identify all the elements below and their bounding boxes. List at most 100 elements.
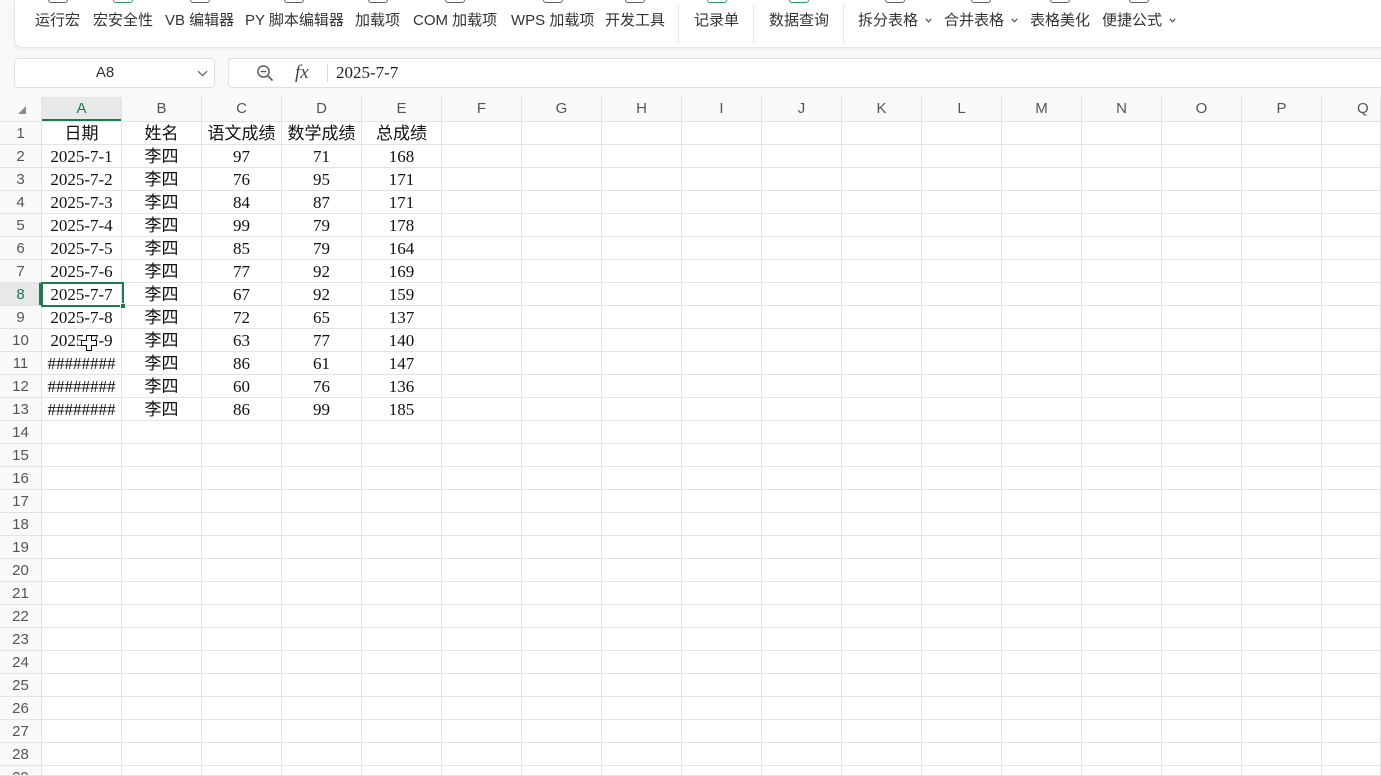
cell-F15[interactable] bbox=[442, 444, 522, 467]
cell-G26[interactable] bbox=[522, 697, 602, 720]
cell-L22[interactable] bbox=[922, 605, 1002, 628]
cell-E17[interactable] bbox=[362, 490, 442, 513]
cell-H19[interactable] bbox=[602, 536, 682, 559]
cell-L25[interactable] bbox=[922, 674, 1002, 697]
cell-L24[interactable] bbox=[922, 651, 1002, 674]
cell-L27[interactable] bbox=[922, 720, 1002, 743]
cell-O15[interactable] bbox=[1162, 444, 1242, 467]
cell-B16[interactable] bbox=[122, 467, 202, 490]
cell-Q9[interactable] bbox=[1322, 306, 1381, 329]
cell-P18[interactable] bbox=[1242, 513, 1322, 536]
cell-N28[interactable] bbox=[1082, 743, 1162, 766]
cell-J28[interactable] bbox=[762, 743, 842, 766]
cell-O1[interactable] bbox=[1162, 122, 1242, 145]
cell-F10[interactable] bbox=[442, 329, 522, 352]
cell-G14[interactable] bbox=[522, 421, 602, 444]
cell-Q23[interactable] bbox=[1322, 628, 1381, 651]
cell-A14[interactable] bbox=[42, 421, 122, 444]
cell-O17[interactable] bbox=[1162, 490, 1242, 513]
cell-G19[interactable] bbox=[522, 536, 602, 559]
cell-I20[interactable] bbox=[682, 559, 762, 582]
cell-C17[interactable] bbox=[202, 490, 282, 513]
table-beautify-button[interactable]: 表格美化 bbox=[1027, 0, 1093, 34]
cell-J7[interactable] bbox=[762, 260, 842, 283]
cell-H11[interactable] bbox=[602, 352, 682, 375]
cell-O25[interactable] bbox=[1162, 674, 1242, 697]
cell-G23[interactable] bbox=[522, 628, 602, 651]
row-header-7[interactable]: 7 bbox=[0, 260, 42, 283]
cell-C26[interactable] bbox=[202, 697, 282, 720]
cell-J11[interactable] bbox=[762, 352, 842, 375]
cell-O13[interactable] bbox=[1162, 398, 1242, 421]
row-header-24[interactable]: 24 bbox=[0, 651, 42, 674]
cell-K7[interactable] bbox=[842, 260, 922, 283]
cell-L26[interactable] bbox=[922, 697, 1002, 720]
cell-F18[interactable] bbox=[442, 513, 522, 536]
cell-F7[interactable] bbox=[442, 260, 522, 283]
column-header-Q[interactable]: Q bbox=[1322, 97, 1381, 122]
cell-P9[interactable] bbox=[1242, 306, 1322, 329]
cell-K4[interactable] bbox=[842, 191, 922, 214]
cell-B12[interactable]: 李四 bbox=[122, 375, 202, 398]
cell-J26[interactable] bbox=[762, 697, 842, 720]
cell-L5[interactable] bbox=[922, 214, 1002, 237]
row-header-4[interactable]: 4 bbox=[0, 191, 42, 214]
cell-O3[interactable] bbox=[1162, 168, 1242, 191]
cell-G9[interactable] bbox=[522, 306, 602, 329]
cell-E20[interactable] bbox=[362, 559, 442, 582]
cell-Q28[interactable] bbox=[1322, 743, 1381, 766]
column-header-L[interactable]: L bbox=[922, 97, 1002, 122]
cell-I1[interactable] bbox=[682, 122, 762, 145]
name-box[interactable]: A8 bbox=[14, 58, 215, 88]
cell-K8[interactable] bbox=[842, 283, 922, 306]
cell-A22[interactable] bbox=[42, 605, 122, 628]
cell-E5[interactable]: 178 bbox=[362, 214, 442, 237]
cell-K27[interactable] bbox=[842, 720, 922, 743]
cell-I18[interactable] bbox=[682, 513, 762, 536]
cell-Q5[interactable] bbox=[1322, 214, 1381, 237]
cell-J14[interactable] bbox=[762, 421, 842, 444]
cell-K19[interactable] bbox=[842, 536, 922, 559]
row-header-17[interactable]: 17 bbox=[0, 490, 42, 513]
cell-E10[interactable]: 140 bbox=[362, 329, 442, 352]
cell-D8[interactable]: 92 bbox=[282, 283, 362, 306]
row-header-6[interactable]: 6 bbox=[0, 237, 42, 260]
column-header-C[interactable]: C bbox=[202, 97, 282, 122]
row-header-26[interactable]: 26 bbox=[0, 697, 42, 720]
cell-I8[interactable] bbox=[682, 283, 762, 306]
cell-E8[interactable]: 159 bbox=[362, 283, 442, 306]
cell-D29[interactable] bbox=[282, 766, 362, 776]
cell-C5[interactable]: 99 bbox=[202, 214, 282, 237]
cell-K15[interactable] bbox=[842, 444, 922, 467]
cell-K9[interactable] bbox=[842, 306, 922, 329]
cell-B21[interactable] bbox=[122, 582, 202, 605]
cell-Q27[interactable] bbox=[1322, 720, 1381, 743]
cell-F9[interactable] bbox=[442, 306, 522, 329]
cell-H14[interactable] bbox=[602, 421, 682, 444]
cell-G24[interactable] bbox=[522, 651, 602, 674]
cell-O9[interactable] bbox=[1162, 306, 1242, 329]
cell-J29[interactable] bbox=[762, 766, 842, 776]
cell-E12[interactable]: 136 bbox=[362, 375, 442, 398]
cell-I28[interactable] bbox=[682, 743, 762, 766]
cell-F6[interactable] bbox=[442, 237, 522, 260]
cell-G15[interactable] bbox=[522, 444, 602, 467]
cell-J27[interactable] bbox=[762, 720, 842, 743]
insert-function-button[interactable]: fx bbox=[295, 59, 309, 87]
cell-C8[interactable]: 67 bbox=[202, 283, 282, 306]
cell-F8[interactable] bbox=[442, 283, 522, 306]
cell-L15[interactable] bbox=[922, 444, 1002, 467]
cell-J2[interactable] bbox=[762, 145, 842, 168]
cell-E4[interactable]: 171 bbox=[362, 191, 442, 214]
cell-P3[interactable] bbox=[1242, 168, 1322, 191]
cell-P13[interactable] bbox=[1242, 398, 1322, 421]
cell-C21[interactable] bbox=[202, 582, 282, 605]
cell-Q17[interactable] bbox=[1322, 490, 1381, 513]
data-query-button[interactable]: 数据查询 bbox=[766, 0, 832, 34]
cell-P26[interactable] bbox=[1242, 697, 1322, 720]
cell-E11[interactable]: 147 bbox=[362, 352, 442, 375]
row-header-11[interactable]: 11 bbox=[0, 352, 42, 375]
cell-D28[interactable] bbox=[282, 743, 362, 766]
row-header-18[interactable]: 18 bbox=[0, 513, 42, 536]
cell-A25[interactable] bbox=[42, 674, 122, 697]
